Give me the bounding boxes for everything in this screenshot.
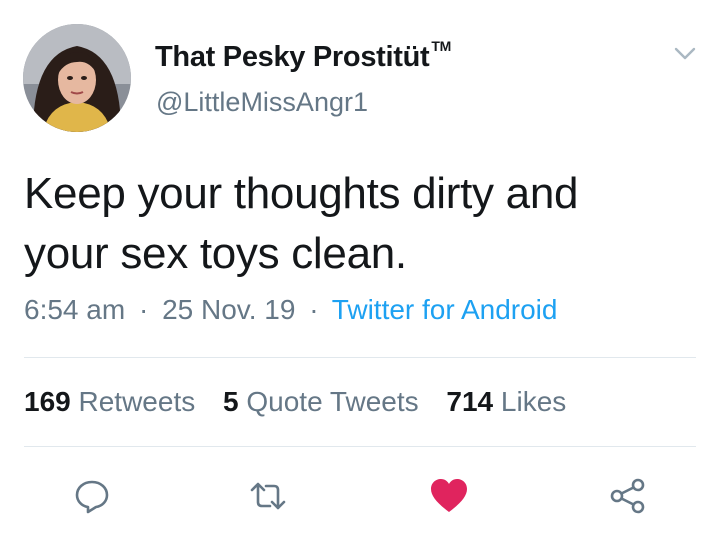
quote-tweets-label: Quote Tweets xyxy=(246,386,419,417)
retweet-icon xyxy=(250,482,286,510)
avatar-photo xyxy=(23,24,131,132)
tweet-text: Keep your thoughts dirty and your sex to… xyxy=(24,164,704,284)
heart-filled-icon xyxy=(431,479,467,512)
likes-count: 714 xyxy=(446,386,494,417)
action-bar xyxy=(0,470,720,522)
display-name[interactable]: That Pesky Prostitüt TM xyxy=(155,38,451,74)
chevron-down-icon xyxy=(674,47,696,60)
engagement-stats: 169 Retweets 5 Quote Tweets 714 Likes xyxy=(24,386,586,418)
retweets-stat[interactable]: 169 Retweets xyxy=(24,386,195,417)
quote-tweets-stat[interactable]: 5 Quote Tweets xyxy=(223,386,419,417)
share-button[interactable] xyxy=(606,476,650,516)
trademark-mark: TM xyxy=(431,38,452,54)
avatar[interactable] xyxy=(23,24,131,132)
quote-tweets-count: 5 xyxy=(223,386,239,417)
meta-separator: · xyxy=(138,294,149,325)
tweet-source-link[interactable]: Twitter for Android xyxy=(332,294,558,325)
divider xyxy=(24,357,696,358)
likes-label: Likes xyxy=(500,386,567,417)
retweets-label: Retweets xyxy=(78,386,196,417)
tweet-meta: 6:54 am · 25 Nov. 19 · Twitter for Andro… xyxy=(24,294,557,326)
reply-button[interactable] xyxy=(70,476,114,516)
reply-icon xyxy=(75,480,109,514)
share-icon xyxy=(610,478,645,514)
likes-stat[interactable]: 714 Likes xyxy=(446,386,566,417)
tweet-date: 25 Nov. 19 xyxy=(162,294,296,325)
tweet-text-line: Keep your thoughts dirty and xyxy=(24,169,579,218)
like-button[interactable] xyxy=(427,476,471,516)
retweets-count: 169 xyxy=(24,386,71,417)
tweet-text-line: your sex toys clean. xyxy=(24,229,407,278)
divider xyxy=(24,446,696,447)
meta-separator: · xyxy=(309,294,319,325)
retweet-button[interactable] xyxy=(246,476,290,516)
display-name-text: That Pesky Prostitüt xyxy=(155,41,430,73)
tweet-time: 6:54 am xyxy=(24,294,126,325)
user-handle[interactable]: @LittleMissAngr1 xyxy=(156,87,368,118)
more-options-button[interactable] xyxy=(670,42,700,64)
